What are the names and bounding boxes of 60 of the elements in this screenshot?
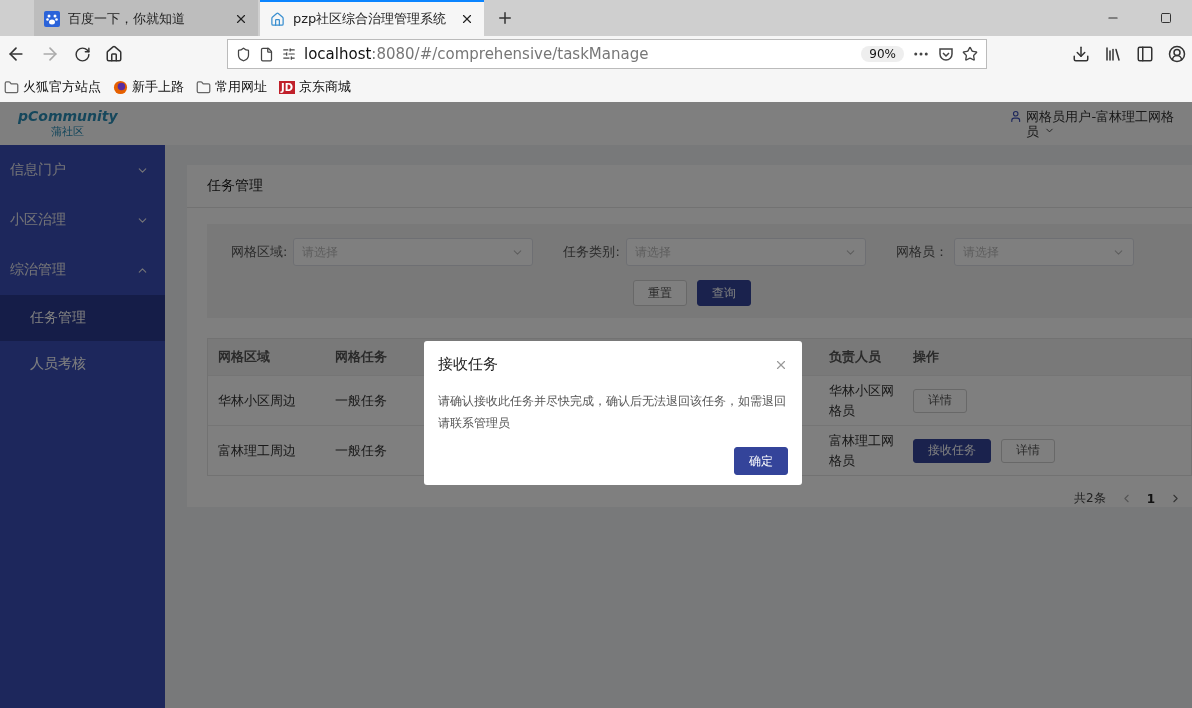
url-text: localhost:8080/#/comprehensive/taskManage xyxy=(304,45,650,63)
bookmark-star-icon[interactable] xyxy=(962,46,978,62)
column-header: 操作 xyxy=(903,339,1191,375)
filter-button[interactable]: 重置 xyxy=(632,280,687,306)
total-count: 共2条 xyxy=(1074,490,1106,507)
bookmark-item[interactable]: 火狐官方站点 xyxy=(4,78,101,96)
account-icon[interactable] xyxy=(1168,45,1186,63)
confirm-button[interactable]: 确定 xyxy=(734,447,788,475)
table-cell: 富林理工周边 xyxy=(208,425,325,475)
table-cell: 华林小区周边 xyxy=(208,375,325,425)
folder-icon xyxy=(196,79,211,95)
address-bar[interactable]: localhost:8080/#/comprehensive/taskManage 90% xyxy=(227,39,987,69)
bookmark-item[interactable]: 新手上路 xyxy=(113,78,184,96)
bookmark-item[interactable]: JD 京东商城 xyxy=(279,78,352,96)
dialog-message: 请确认接收此任务并尽快完成，确认后无法退回该任务，如需退回请联系管理员 xyxy=(438,393,787,432)
column-header: 负责人员 xyxy=(819,339,903,375)
close-icon[interactable] xyxy=(234,12,248,26)
page-number[interactable]: 1 xyxy=(1146,491,1155,506)
home-icon[interactable] xyxy=(105,45,123,63)
filter-label: 任务类别: xyxy=(563,243,620,261)
pocket-icon[interactable] xyxy=(938,46,954,62)
page-icon xyxy=(259,46,274,62)
menu-item[interactable]: 小区治理 xyxy=(0,195,165,245)
close-icon[interactable] xyxy=(460,12,474,26)
browser-tab[interactable]: pzp社区综合治理管理系统 xyxy=(260,0,484,36)
column-header: 网格区域 xyxy=(208,339,325,375)
browser-tab[interactable]: 百度一下，你就知道 xyxy=(34,0,258,36)
action-button[interactable]: 接收任务 xyxy=(913,438,991,463)
column-header: 网格任务 xyxy=(325,339,415,375)
browser-logo-icon xyxy=(113,79,128,95)
home-icon xyxy=(270,11,285,27)
app-logo: pCommunity 蒲社区 xyxy=(18,108,118,139)
filter-label: 网格员： xyxy=(895,243,948,261)
menu-item[interactable]: 综治管理 xyxy=(0,245,165,295)
paw-icon xyxy=(44,11,60,27)
new-tab-icon[interactable] xyxy=(496,9,514,27)
permissions-icon xyxy=(282,47,296,61)
maximize-icon[interactable] xyxy=(1160,12,1172,24)
action-button[interactable]: 详情 xyxy=(913,388,967,413)
user-icon xyxy=(1009,108,1023,124)
dialog-title: 接收任务 xyxy=(438,355,498,374)
filter-button[interactable]: 查询 xyxy=(696,280,751,306)
reload-icon[interactable] xyxy=(74,45,91,63)
filter-label: 网格区域: xyxy=(231,243,288,261)
menu-item[interactable]: 信息门户 xyxy=(0,145,165,195)
sidebar-icon[interactable] xyxy=(1136,45,1154,63)
table-cell: 华林小区网格员 xyxy=(819,375,903,425)
submenu-item[interactable]: 任务管理 xyxy=(0,295,165,341)
download-icon[interactable] xyxy=(1072,45,1090,63)
submenu-item[interactable]: 人员考核 xyxy=(0,341,165,387)
user-menu[interactable]: 网格员用户-富林理工网格员 xyxy=(1009,108,1184,139)
table-cell: 富林理工网格员 xyxy=(819,425,903,475)
bookmark-item[interactable]: 常用网址 xyxy=(196,78,267,96)
library-icon[interactable] xyxy=(1104,45,1122,63)
zoom-level[interactable]: 90% xyxy=(861,46,904,62)
folder-icon xyxy=(4,79,19,95)
jd-logo-icon: JD xyxy=(279,80,296,94)
page-title: 任务管理 xyxy=(187,165,1192,208)
action-button[interactable]: 详情 xyxy=(1001,438,1055,463)
shield-icon xyxy=(236,46,251,62)
